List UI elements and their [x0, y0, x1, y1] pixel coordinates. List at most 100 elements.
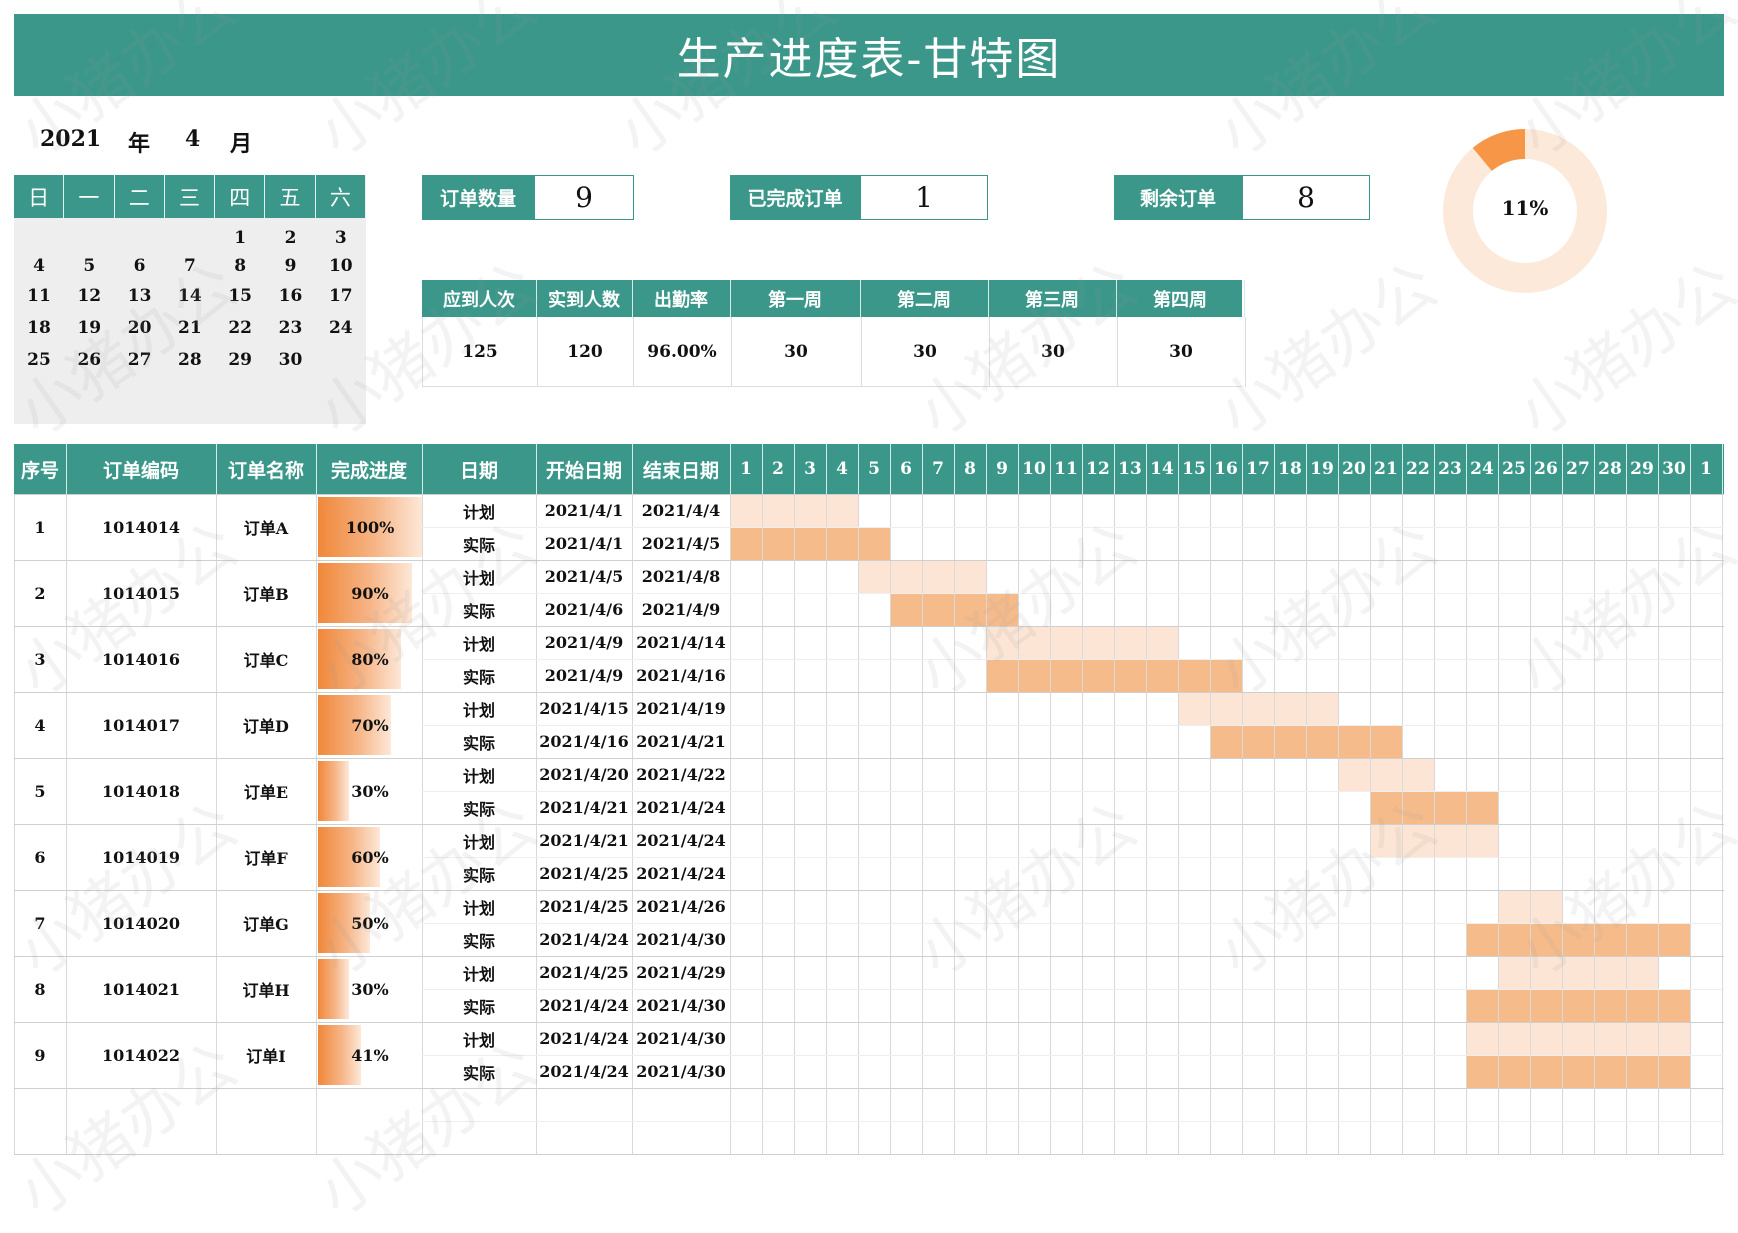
calendar-day[interactable]: 27	[115, 350, 165, 370]
attendance-header: 应到人次 实到人数 出勤率 第一周 第二周 第三周 第四周	[422, 280, 1245, 317]
calendar-day[interactable]: 18	[14, 318, 64, 338]
plan-start-date: 2021/4/5	[544, 567, 624, 586]
gantt-plan-cell	[1531, 1023, 1562, 1055]
gantt-plan-cell	[955, 561, 986, 593]
order-code: 1014018	[102, 781, 180, 801]
day-header: 22	[1402, 444, 1435, 494]
day-header: 19	[1306, 444, 1339, 494]
gantt-plan-cell	[1019, 627, 1050, 659]
plan-end-date: 2021/4/22	[636, 765, 726, 784]
plan-label: 计划	[462, 634, 495, 654]
day-header: 5	[858, 444, 891, 494]
calendar-day[interactable]: 14	[165, 286, 215, 306]
plan-start-date: 2021/4/20	[539, 765, 629, 784]
gantt-actual-cell	[1563, 924, 1594, 956]
gantt-actual-cell	[1563, 1056, 1594, 1088]
month-value[interactable]: 4	[185, 126, 200, 152]
calendar-day[interactable]: 1	[215, 228, 265, 248]
calendar-day[interactable]: 16	[266, 286, 316, 306]
calendar-day[interactable]: 23	[266, 318, 316, 338]
actual-start-date: 2021/4/1	[544, 534, 624, 553]
progress-label: 80%	[351, 649, 389, 669]
actual-label: 实际	[462, 865, 495, 885]
order-number: 2	[34, 583, 46, 603]
calendar-day[interactable]: 5	[64, 256, 114, 276]
day-header: 4	[826, 444, 859, 494]
calendar-day[interactable]: 9	[266, 256, 316, 276]
day-header: 6	[890, 444, 923, 494]
gantt-plan-cell	[1499, 1023, 1530, 1055]
calendar-day[interactable]: 7	[165, 256, 215, 276]
stat-header-3: 第一周	[730, 280, 861, 317]
actual-label: 实际	[462, 667, 495, 687]
day-header: 10	[1018, 444, 1051, 494]
calendar-day[interactable]: 20	[115, 318, 165, 338]
stat-value-3: 30	[731, 317, 862, 387]
calendar-day[interactable]: 2	[266, 228, 316, 248]
gantt-actual-cell	[1371, 726, 1402, 758]
actual-end-date: 2021/4/24	[636, 798, 726, 817]
gantt-actual-cell	[731, 528, 762, 560]
calendar-day[interactable]: 12	[64, 286, 114, 306]
calendar-day[interactable]: 3	[316, 228, 366, 248]
gantt-plan-cell	[1467, 1023, 1498, 1055]
plan-label: 计划	[462, 568, 495, 588]
calendar-day[interactable]: 4	[14, 256, 64, 276]
plan-end-date: 2021/4/29	[636, 963, 726, 982]
actual-start-date: 2021/4/24	[539, 930, 629, 949]
day-header: 1	[730, 444, 763, 494]
plan-end-date: 2021/4/8	[641, 567, 721, 586]
gantt-plan-cell	[1243, 693, 1274, 725]
gantt-actual-cell	[1499, 924, 1530, 956]
actual-label: 实际	[462, 601, 495, 621]
calendar-day[interactable]: 6	[115, 256, 165, 276]
order-number: 8	[34, 979, 46, 999]
table-header-0: 序号	[14, 444, 67, 494]
weekday-3: 三	[165, 175, 216, 218]
order-code: 1014015	[102, 583, 180, 603]
calendar-day[interactable]: 11	[14, 286, 64, 306]
stat-header-6: 第四周	[1116, 280, 1245, 317]
gantt-table-body: 1 1014014 订单A 100% 计划 2021/4/1 2021/4/4 实际 2021/…	[0, 494, 1738, 1155]
calendar-day[interactable]: 24	[316, 318, 366, 338]
order-code: 1014016	[102, 649, 180, 669]
plan-start-date: 2021/4/24	[539, 1029, 629, 1048]
gantt-actual-cell	[1467, 924, 1498, 956]
calendar-day[interactable]: 22	[215, 318, 265, 338]
gantt-plan-cell	[1115, 627, 1146, 659]
calendar-day[interactable]: 30	[266, 350, 316, 370]
day-header: 3	[794, 444, 827, 494]
day-header: 12	[1082, 444, 1115, 494]
kpi-label-1: 已完成订单	[730, 175, 860, 220]
progress-label: 30%	[351, 781, 389, 801]
day-header: 18	[1274, 444, 1307, 494]
calendar-day[interactable]: 21	[165, 318, 215, 338]
day-header: 2	[762, 444, 795, 494]
progress-label: 50%	[351, 913, 389, 933]
year-value[interactable]: 2021	[40, 126, 101, 152]
calendar-day[interactable]: 15	[215, 286, 265, 306]
plan-start-date: 2021/4/1	[544, 501, 624, 520]
plan-label: 计划	[462, 898, 495, 918]
calendar-day[interactable]: 29	[215, 350, 265, 370]
gantt-actual-cell	[1659, 1056, 1690, 1088]
weekday-2: 二	[115, 175, 165, 218]
calendar-day[interactable]: 25	[14, 350, 64, 370]
gantt-actual-cell	[1659, 990, 1690, 1022]
plan-label: 计划	[462, 1030, 495, 1050]
calendar-day[interactable]: 17	[316, 286, 366, 306]
progress-label: 90%	[351, 583, 389, 603]
calendar-day[interactable]: 28	[165, 350, 215, 370]
calendar-day[interactable]: 19	[64, 318, 114, 338]
calendar-day[interactable]: 8	[215, 256, 265, 276]
order-name: 订单A	[243, 519, 289, 538]
calendar-day[interactable]: 26	[64, 350, 114, 370]
plan-start-date: 2021/4/25	[539, 963, 629, 982]
actual-label: 实际	[462, 931, 495, 951]
calendar-day[interactable]: 13	[115, 286, 165, 306]
gantt-actual-cell	[1435, 792, 1466, 824]
month-unit: 月	[230, 131, 253, 157]
order-number: 6	[34, 847, 46, 867]
gantt-plan-cell	[827, 495, 858, 527]
calendar-day[interactable]: 10	[316, 256, 366, 276]
